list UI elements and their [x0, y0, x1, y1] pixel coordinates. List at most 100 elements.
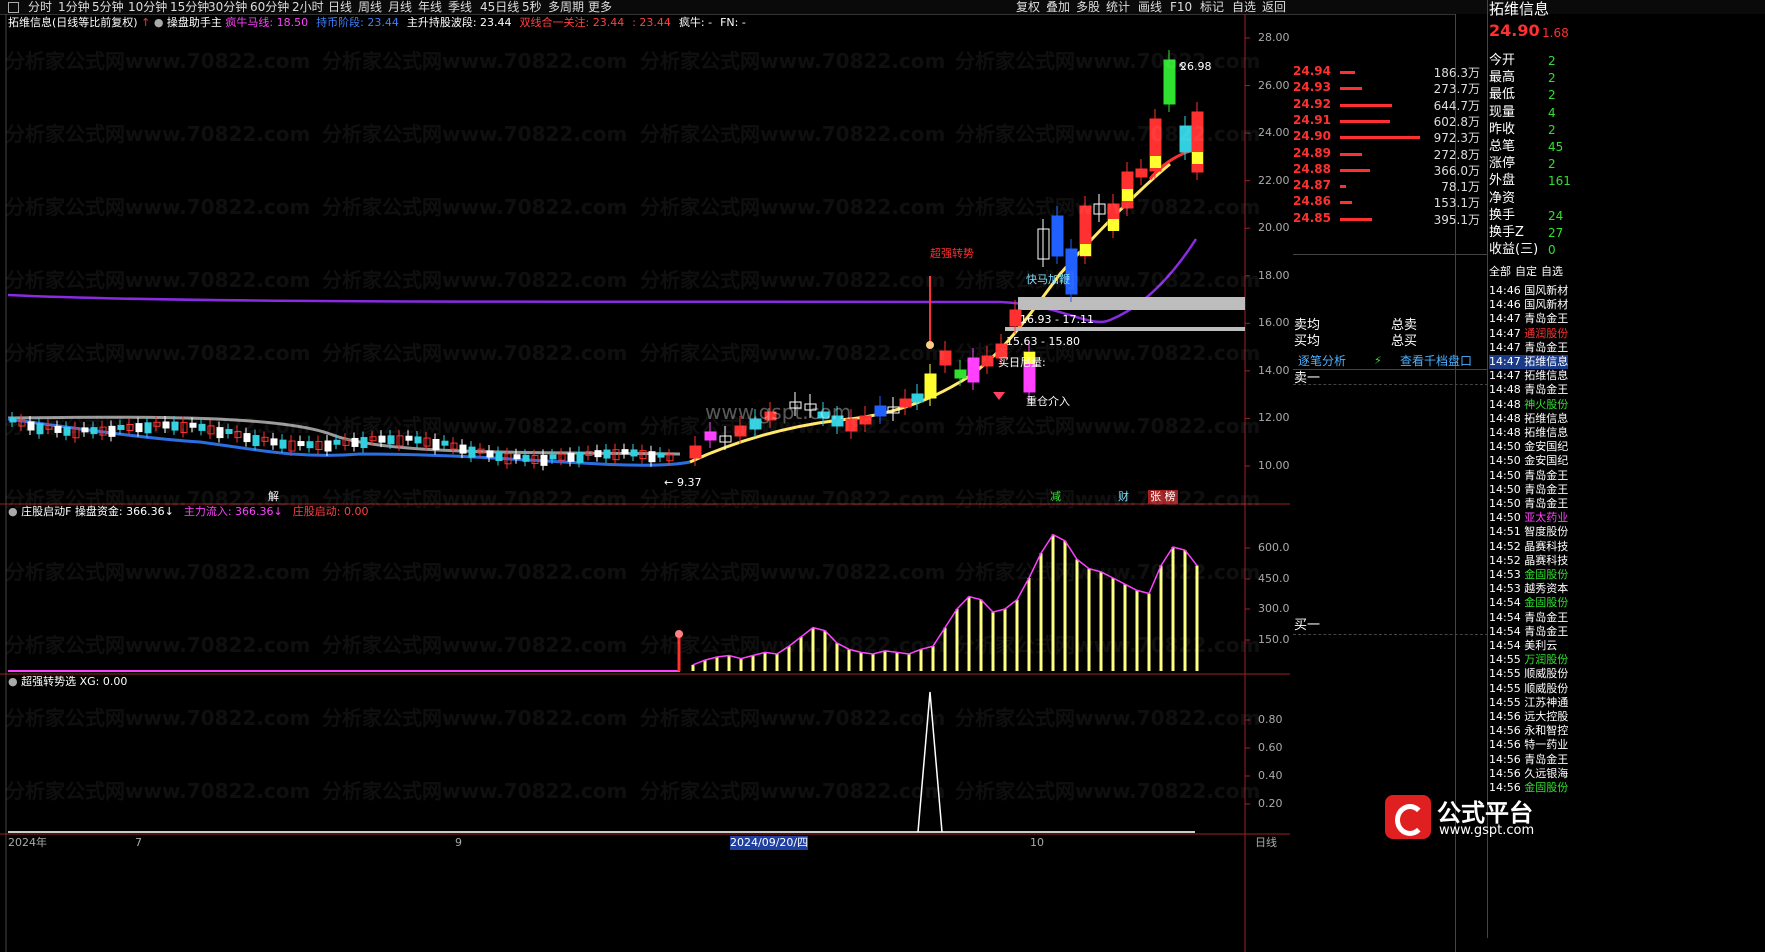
period-tab[interactable]: 更多: [588, 0, 612, 14]
tick-list-item[interactable]: 14:56 永和智控: [1489, 724, 1568, 738]
divider: [1293, 254, 1488, 255]
tick-list-item[interactable]: 14:55 江苏神通: [1489, 696, 1568, 710]
tick-list-item[interactable]: 14:47 青岛金王: [1489, 312, 1568, 326]
tick-list-item[interactable]: 14:48 拓维信息: [1489, 412, 1568, 426]
filter-tab[interactable]: 自选: [1541, 265, 1563, 279]
toolbar-button[interactable]: F10: [1170, 0, 1192, 14]
tick-time: 14:54: [1489, 610, 1525, 624]
tick-list-item[interactable]: 14:53 越秀资本: [1489, 582, 1568, 596]
orderbook-price: 24.91: [1293, 112, 1331, 127]
candle-highlight: [1150, 156, 1161, 168]
tick-list-item[interactable]: 14:50 青岛金王: [1489, 469, 1568, 483]
period-tab[interactable]: 2小时: [292, 0, 324, 14]
stat-value: 27: [1548, 226, 1564, 240]
tick-stock: 智度股份: [1524, 525, 1569, 539]
orderbook-volume: 366.0万: [1433, 163, 1480, 178]
stat-label: 今开: [1489, 53, 1516, 68]
filter-tab[interactable]: 全部: [1489, 265, 1511, 279]
period-tab[interactable]: 月线: [388, 0, 412, 14]
tick-list-item[interactable]: 14:47 青岛金王: [1489, 341, 1568, 355]
period-tab[interactable]: 10分钟: [128, 0, 167, 14]
tick-list-item[interactable]: 14:46 国风新材: [1489, 284, 1568, 298]
period-tab[interactable]: 周线: [358, 0, 382, 14]
stat-label: 外盘: [1489, 173, 1516, 189]
period-tab[interactable]: 5秒: [522, 0, 542, 14]
tick-list-item[interactable]: 14:47 拓维信息: [1489, 355, 1569, 369]
tick-list-item[interactable]: 14:55 顺威股份: [1489, 667, 1568, 681]
tick-list-item[interactable]: 14:47 拓维信息: [1489, 369, 1568, 383]
period-tab[interactable]: 季线: [448, 0, 472, 14]
tick-list-item[interactable]: 14:50 金安国纪: [1489, 454, 1568, 468]
period-tab[interactable]: 45日线: [480, 0, 519, 14]
buy1-label: 买一: [1294, 618, 1321, 633]
inflow-bar: [1111, 578, 1115, 671]
tick-list-item[interactable]: 14:56 青岛金王: [1489, 753, 1568, 767]
tick-list-item[interactable]: 14:56 久远银海: [1489, 767, 1568, 781]
inflow-bar: [883, 650, 887, 671]
period-tab[interactable]: 日线: [328, 0, 352, 14]
filter-tab[interactable]: 自定: [1515, 265, 1537, 279]
inflow-bar: [775, 653, 779, 671]
candle: [1051, 215, 1064, 257]
toolbar-button[interactable]: 叠加: [1046, 0, 1070, 14]
tick-list-item[interactable]: 14:52 晶赛科技: [1489, 554, 1568, 568]
inflow-bar: [967, 596, 971, 671]
toolbar-button[interactable]: 自选: [1232, 0, 1256, 14]
tick-list-item[interactable]: 14:47 通润股份: [1489, 327, 1568, 341]
tick-list-item[interactable]: 14:50 青岛金王: [1489, 483, 1568, 497]
orderbook-volume: 273.7万: [1433, 82, 1480, 97]
candle: [1179, 125, 1192, 153]
tick-list-item[interactable]: 14:56 特一药业: [1489, 738, 1568, 752]
toolbar-button[interactable]: 画线: [1138, 0, 1162, 14]
stat-label: 涨停: [1489, 156, 1516, 172]
period-tab[interactable]: 60分钟: [250, 0, 289, 14]
period-tab[interactable]: 1分钟: [58, 0, 90, 14]
toolbar-button[interactable]: 标记: [1200, 0, 1224, 14]
tick-list-item[interactable]: 14:51 智度股份: [1489, 525, 1568, 539]
tick-list-item[interactable]: 14:50 亚太药业: [1489, 511, 1568, 525]
inflow-bar: [1003, 609, 1007, 671]
orderbook-volume-bar: [1340, 201, 1352, 205]
tick-list-item[interactable]: 14:50 金安国纪: [1489, 440, 1568, 454]
candle: [704, 431, 717, 441]
tick-list-item[interactable]: 14:50 青岛金王: [1489, 497, 1568, 511]
period-tab[interactable]: 分时: [28, 0, 52, 14]
tick-list-item[interactable]: 14:48 神火股份: [1489, 398, 1568, 412]
tick-stock: 美利云: [1524, 639, 1558, 652]
candle: [995, 343, 1008, 359]
toolbar-button[interactable]: 多股: [1076, 0, 1100, 14]
period-tab[interactable]: 5分钟: [92, 0, 124, 14]
tick-list-item[interactable]: 14:55 万润股份: [1489, 653, 1568, 667]
tick-list-item[interactable]: 14:54 青岛金王: [1489, 611, 1568, 625]
tick-list-item[interactable]: 14:56 远大控股: [1489, 710, 1568, 724]
tick-list-item[interactable]: 14:46 国风新材: [1489, 298, 1568, 312]
tick-list-item[interactable]: 14:54 金固股份: [1489, 596, 1568, 610]
inflow-bar: [1087, 568, 1091, 671]
toolbar-button[interactable]: 统计: [1106, 0, 1130, 14]
toolbar-button[interactable]: 返回: [1262, 0, 1286, 14]
candle: [369, 436, 377, 442]
candle: [162, 421, 170, 429]
period-tab[interactable]: 30分钟: [208, 0, 247, 14]
tick-list-item[interactable]: 14:54 美利云: [1489, 639, 1557, 653]
period-tab[interactable]: 多周期: [548, 0, 584, 14]
window-icon: [8, 2, 19, 13]
tick-list-item[interactable]: 14:48 拓维信息: [1489, 426, 1568, 440]
tick-list-item[interactable]: 14:54 青岛金王: [1489, 625, 1568, 639]
tick-list-item[interactable]: 14:53 金固股份: [1489, 568, 1568, 582]
tick-list-item[interactable]: 14:55 顺威股份: [1489, 682, 1568, 696]
period-tab[interactable]: 15分钟: [170, 0, 209, 14]
candle: [558, 453, 566, 461]
depth-book-link[interactable]: 查看千档盘口: [1400, 354, 1472, 368]
stat-label: 最高: [1489, 70, 1516, 86]
tick-time: 14:47: [1489, 326, 1525, 340]
candle: [939, 350, 952, 366]
candle: [468, 446, 476, 458]
detail-analysis-link[interactable]: 逐笔分析: [1298, 354, 1346, 368]
chart-area[interactable]: [0, 14, 1290, 952]
tick-list-item[interactable]: 14:52 晶赛科技: [1489, 540, 1568, 554]
tick-list-item[interactable]: 14:48 青岛金王: [1489, 383, 1568, 397]
toolbar-button[interactable]: 复权: [1016, 0, 1040, 14]
candle: [764, 411, 777, 421]
period-tab[interactable]: 年线: [418, 0, 442, 14]
